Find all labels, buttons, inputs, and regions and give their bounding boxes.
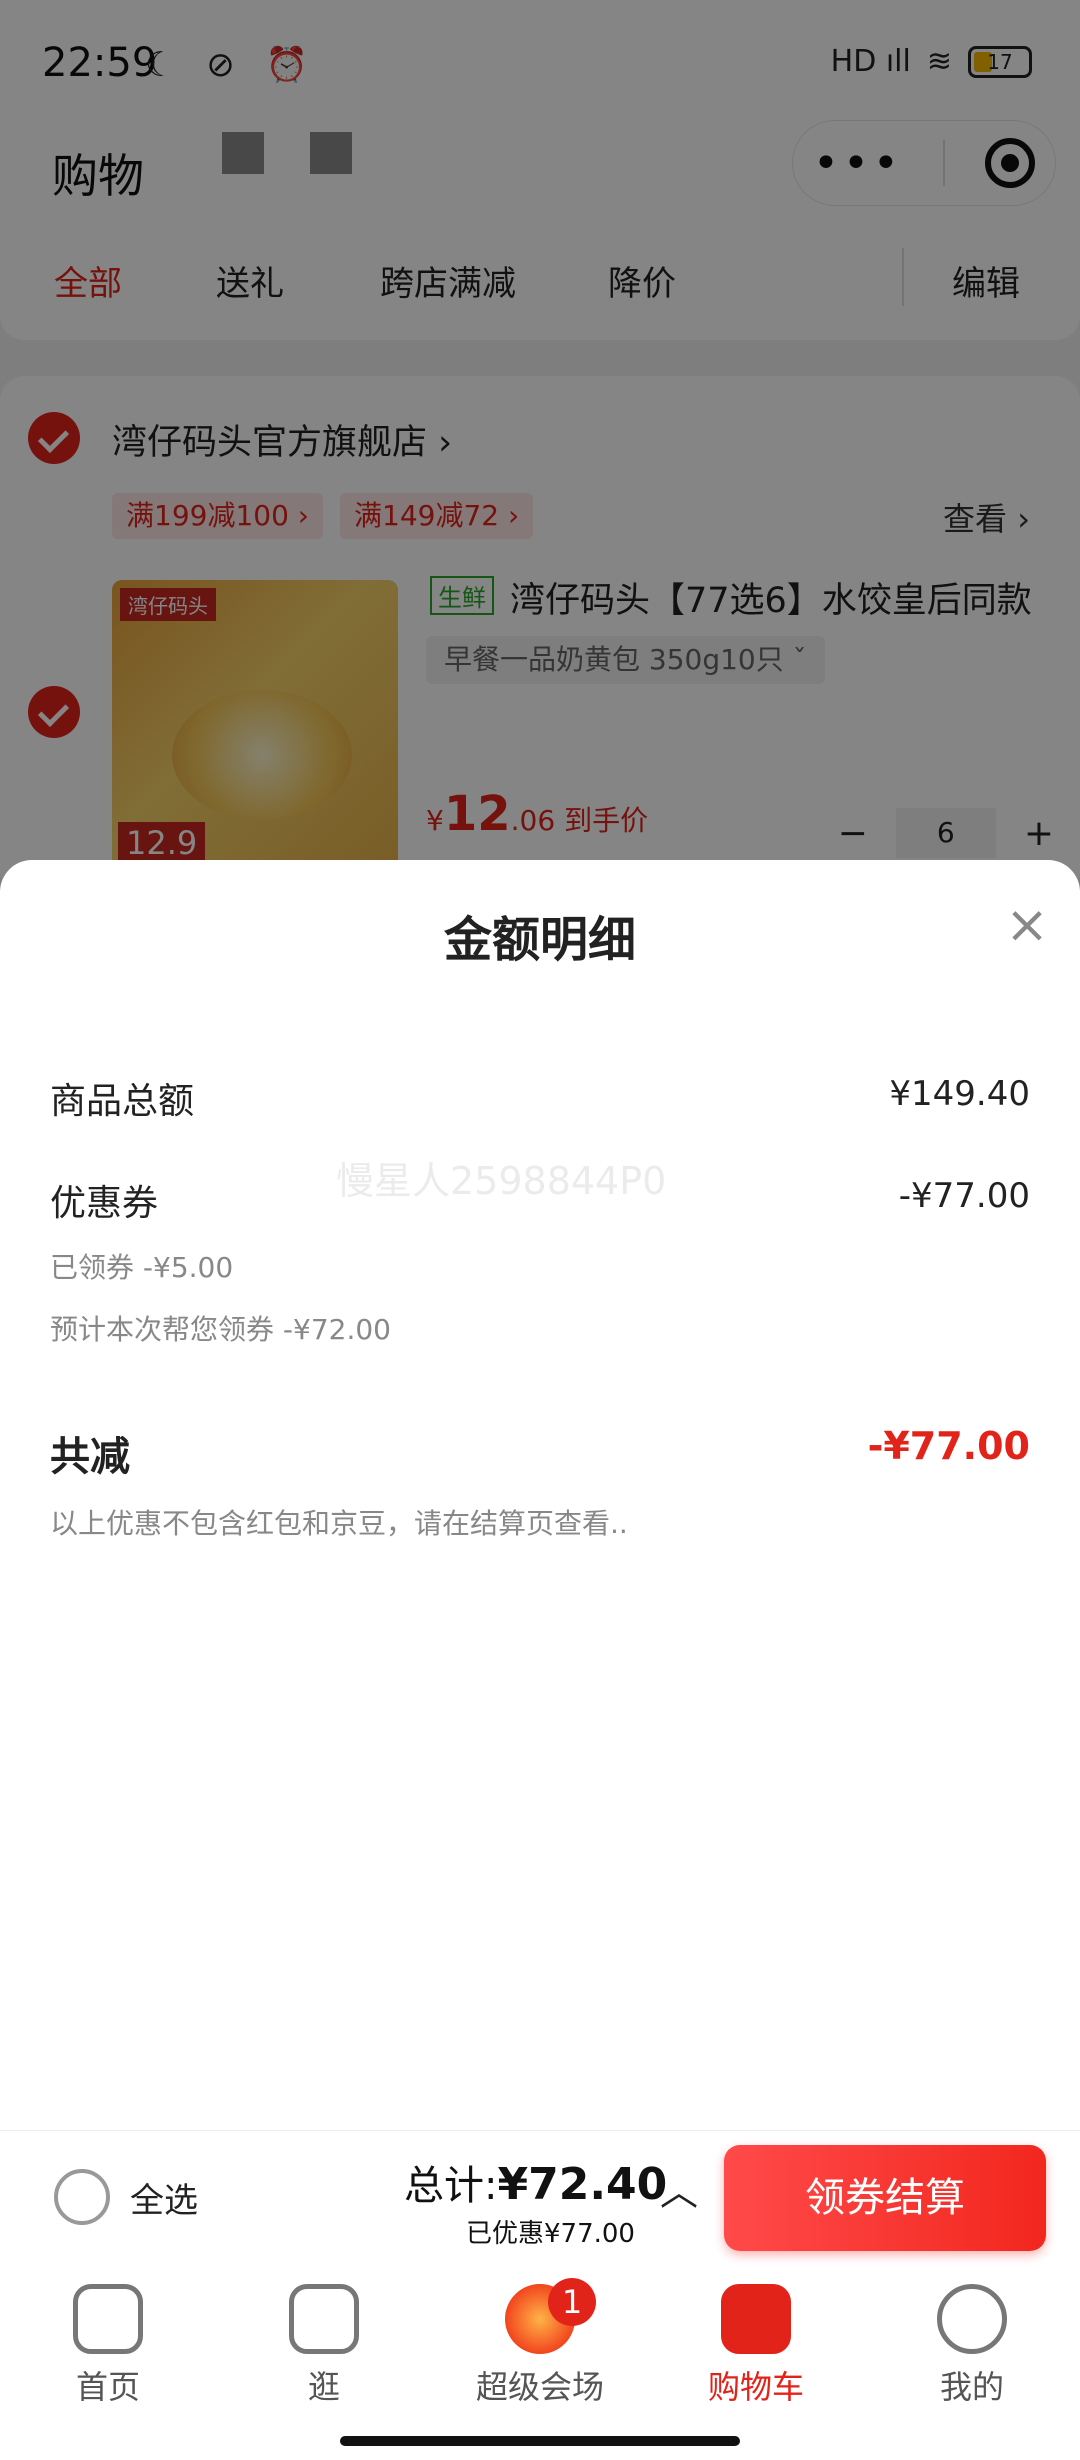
goods-total-value: ¥149.40 — [889, 1074, 1030, 1114]
cart-icon — [721, 2284, 791, 2354]
notification-badge: 1 — [548, 2278, 596, 2326]
tab-home[interactable]: 首页 — [28, 2284, 188, 2408]
coupon-value: -¥77.00 — [898, 1176, 1030, 1216]
coupon-label: 优惠券 — [50, 1183, 159, 1224]
amount-detail-sheet: 金额明细 × 商品总额 ¥149.40 慢星人2598844P0 优惠券 -¥7… — [0, 860, 1080, 2130]
saved-amount: 已优惠¥77.00 — [466, 2219, 635, 2249]
discount-note: 以上优惠不包含红包和京豆，请在结算页查看.. — [50, 1507, 628, 1540]
coupon-estimated: 预计本次帮您领券 -¥72.00 — [50, 1313, 391, 1346]
play-icon — [289, 2284, 359, 2354]
home-icon — [73, 2284, 143, 2354]
watermark: 慢星人2598844P0 — [336, 1159, 667, 1203]
tab-browse[interactable]: 逛 — [244, 2284, 404, 2408]
total-reduce-value: -¥77.00 — [867, 1424, 1030, 1468]
select-all-radio[interactable] — [54, 2169, 110, 2225]
total-amount: 总计:¥72.40 — [404, 2159, 668, 2210]
checkout-bar: 全选 总计:¥72.40 已优惠¥77.00 ︿ 领券结算 — [0, 2130, 1080, 2270]
home-indicator[interactable] — [340, 2436, 740, 2446]
checkout-button[interactable]: 领券结算 — [724, 2145, 1046, 2251]
tab-super-venue[interactable]: 1 超级会场 — [460, 2278, 620, 2408]
tab-profile[interactable]: 我的 — [892, 2284, 1052, 2408]
close-icon[interactable]: × — [1002, 899, 1052, 951]
goods-total-label: 商品总额 — [50, 1081, 195, 1122]
tab-cart[interactable]: 购物车 — [676, 2284, 836, 2408]
bottom-tabbar: 首页 逛 1 超级会场 购物车 我的 — [0, 2270, 1080, 2420]
chevron-up-icon[interactable]: ︿ — [660, 2161, 698, 2216]
profile-icon — [937, 2284, 1007, 2354]
sheet-title: 金额明细 — [443, 912, 636, 968]
coupon-claimed: 已领券 -¥5.00 — [50, 1251, 234, 1284]
select-all-label[interactable]: 全选 — [130, 2173, 198, 2222]
total-reduce-label: 共减 — [50, 1434, 130, 1480]
